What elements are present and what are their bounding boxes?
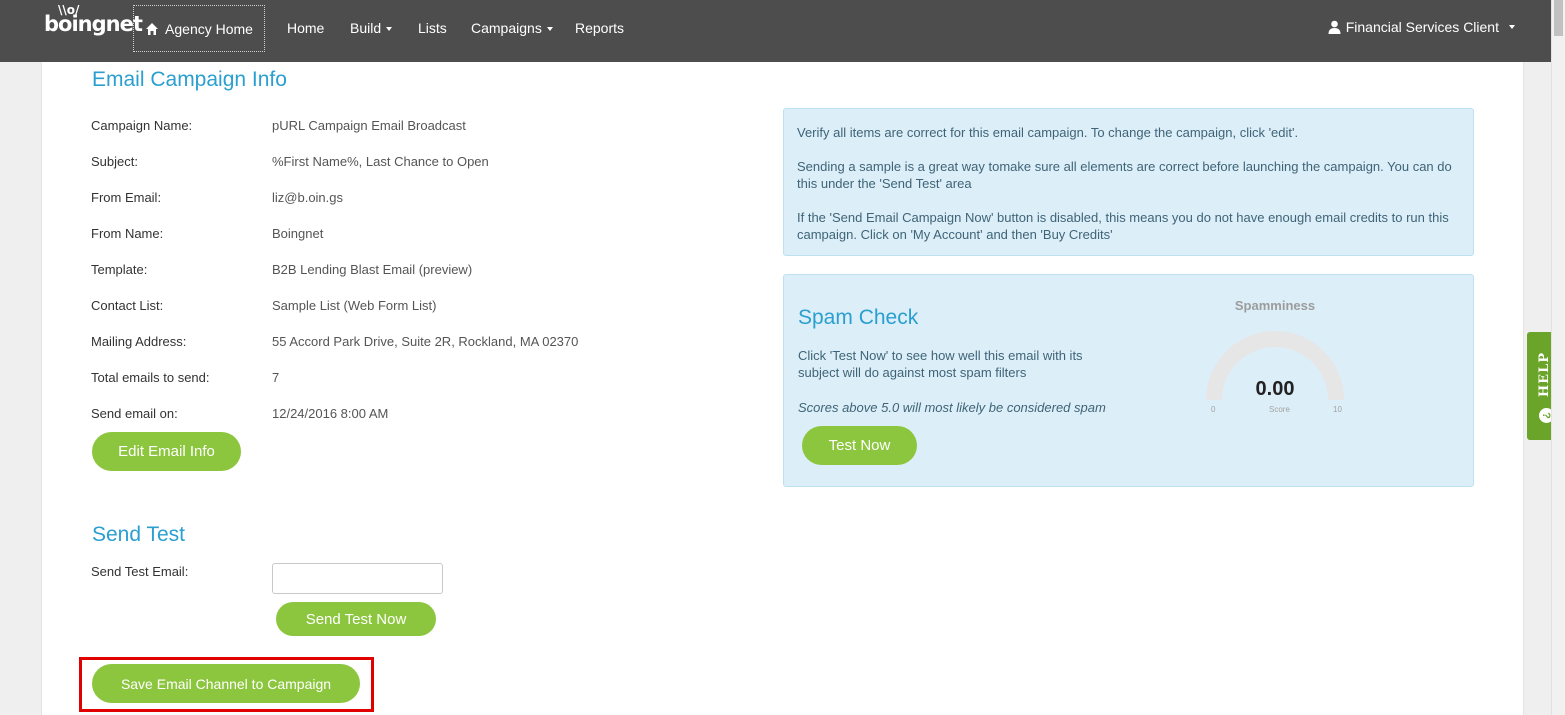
gauge-score-value: 0.00 xyxy=(1255,378,1295,400)
nav-reports[interactable]: Reports xyxy=(575,20,624,36)
info-label: From Email: xyxy=(91,190,162,205)
agency-home-button[interactable]: Agency Home xyxy=(133,5,265,52)
spam-check-note: Scores above 5.0 will most likely be con… xyxy=(798,400,1106,415)
send-test-now-button[interactable]: Send Test Now xyxy=(276,602,436,636)
spam-check-title: Spam Check xyxy=(798,306,919,329)
chevron-down-icon xyxy=(386,27,393,32)
info-label: Campaign Name: xyxy=(91,118,193,133)
top-navbar: \\o/ boingnet Agency Home Home Build Lis… xyxy=(0,0,1565,62)
gauge-title: Spamminess xyxy=(1234,298,1316,313)
nav-build[interactable]: Build xyxy=(350,20,393,36)
scrollbar-thumb[interactable] xyxy=(1554,0,1563,36)
info-label: Total emails to send: xyxy=(91,370,210,385)
send-test-title: Send Test xyxy=(92,523,186,546)
help-label: HELP xyxy=(1537,352,1552,398)
page-scrollbar[interactable] xyxy=(1551,0,1565,715)
info-label: Subject: xyxy=(91,154,138,169)
nav-home[interactable]: Home xyxy=(287,20,324,36)
edit-email-info-button[interactable]: Edit Email Info xyxy=(92,432,241,471)
spam-check-description: Click 'Test Now' to see how well this em… xyxy=(798,348,1083,380)
campaign-info-title: Email Campaign Info xyxy=(92,68,287,91)
gauge-score-label: Score xyxy=(1269,405,1290,414)
mailing-address-value: 55 Accord Park Drive, Suite 2R, Rockland… xyxy=(272,334,579,349)
logo-horns-icon: \\o/ xyxy=(58,3,80,17)
notice-paragraph: If the 'Send Email Campaign Now' button … xyxy=(797,210,1449,242)
nav-reports-label: Reports xyxy=(575,20,625,36)
info-label: Contact List: xyxy=(91,298,164,313)
campaign-name-value: pURL Campaign Email Broadcast xyxy=(272,118,466,133)
info-label: From Name: xyxy=(91,226,164,241)
test-now-button[interactable]: Test Now xyxy=(802,426,917,465)
subject-value: %First Name%, Last Chance to Open xyxy=(272,154,489,169)
info-label: Mailing Address: xyxy=(91,334,187,349)
notice-box: Verify all items are correct for this em… xyxy=(783,108,1474,256)
send-date-value: 12/24/2016 8:00 AM xyxy=(272,406,389,421)
notice-paragraph: Sending a sample is a great way tomake s… xyxy=(797,159,1452,191)
from-name-value: Boingnet xyxy=(272,226,324,241)
user-icon xyxy=(1328,20,1341,34)
chevron-down-icon xyxy=(1509,25,1515,29)
nav-lists-label: Lists xyxy=(418,20,447,36)
nav-home-label: Home xyxy=(287,20,325,36)
from-email-value: liz@b.oin.gs xyxy=(272,190,344,205)
total-emails-value: 7 xyxy=(272,370,280,385)
nav-campaigns[interactable]: Campaigns xyxy=(471,20,553,36)
send-test-email-input[interactable] xyxy=(272,563,443,594)
template-value[interactable]: B2B Lending Blast Email (preview) xyxy=(272,262,472,277)
user-name: Financial Services Client xyxy=(1345,19,1499,35)
gauge-min-label: 0 xyxy=(1211,405,1216,414)
contact-list-value: Sample List (Web Form List) xyxy=(272,298,437,313)
nav-campaigns-label: Campaigns xyxy=(471,20,542,36)
spam-check-box: Spam Check Click 'Test Now' to see how w… xyxy=(783,274,1474,487)
info-label: Send email on: xyxy=(91,406,178,421)
agency-home-label: Agency Home xyxy=(165,20,253,37)
nav-build-label: Build xyxy=(350,20,382,36)
nav-lists[interactable]: Lists xyxy=(418,20,447,36)
home-icon xyxy=(146,22,159,35)
info-label: Template: xyxy=(91,262,148,277)
boingnet-logo[interactable]: \\o/ boingnet xyxy=(44,3,143,36)
send-test-label: Send Test Email: xyxy=(91,564,189,579)
notice-paragraph: Verify all items are correct for this em… xyxy=(797,125,1299,140)
chevron-down-icon xyxy=(546,27,553,32)
gauge-max-label: 10 xyxy=(1333,405,1342,414)
user-menu[interactable]: Financial Services Client xyxy=(1328,19,1515,35)
highlight-box xyxy=(79,657,374,712)
